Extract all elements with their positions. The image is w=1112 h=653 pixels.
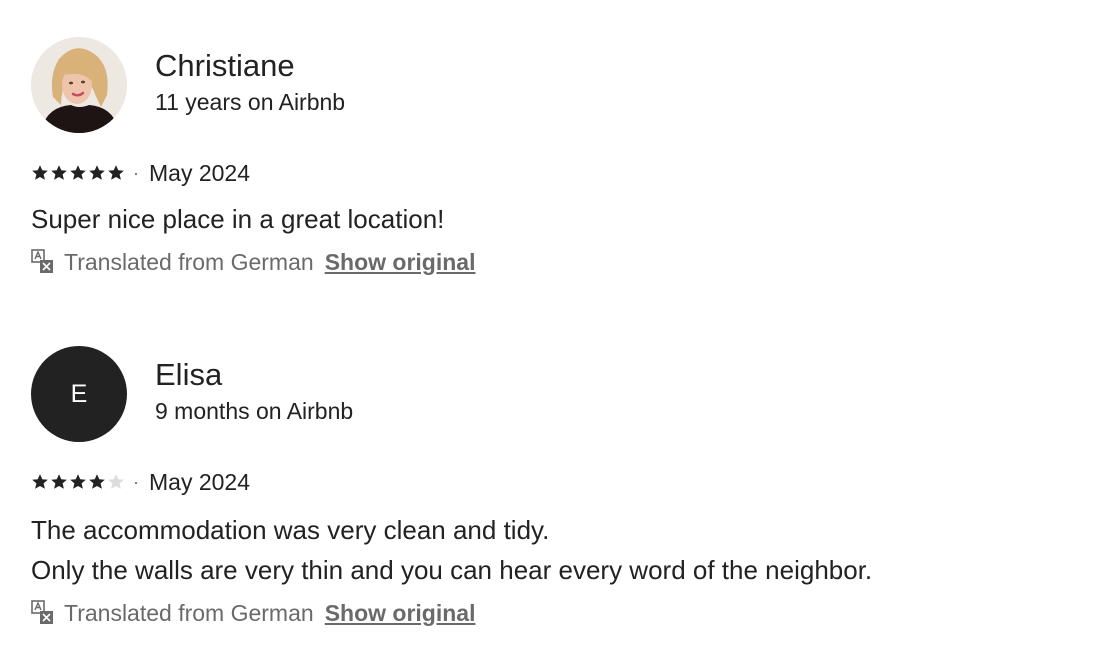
review-card: E Elisa 9 months on Airbnb · May 2024 Th…	[31, 346, 1091, 628]
star-filled-icon	[89, 165, 105, 180]
review-text-line: The accommodation was very clean and tid…	[31, 515, 550, 545]
review-text-line: Only the walls are very thin and you can…	[31, 555, 873, 585]
reviewer-info: Christiane 11 years on Airbnb	[155, 47, 345, 117]
avatar-initial: E	[70, 379, 88, 408]
translate-icon	[31, 249, 53, 273]
review-text: The accommodation was very clean and tid…	[31, 510, 1091, 590]
separator-dot: ·	[133, 162, 139, 183]
star-filled-icon	[51, 474, 67, 489]
reviewer-name[interactable]: Elisa	[155, 356, 353, 394]
review-date: May 2024	[149, 159, 251, 186]
star-filled-icon	[51, 165, 67, 180]
star-filled-icon	[89, 474, 105, 489]
translated-label: Translated from German	[64, 599, 314, 626]
show-original-link[interactable]: Show original	[325, 249, 476, 276]
translate-icon	[31, 600, 53, 624]
reviewer-header: E Elisa 9 months on Airbnb	[31, 346, 1091, 442]
review-text: Super nice place in a great location!	[31, 199, 1091, 239]
reviewer-tenure: 9 months on Airbnb	[155, 398, 354, 424]
avatar[interactable]: E	[31, 346, 127, 442]
star-empty-icon	[108, 474, 124, 489]
star-rating	[31, 164, 125, 182]
translation-row: Translated from German Show original	[31, 247, 1091, 277]
star-filled-icon	[70, 474, 86, 489]
reviews-list: Christiane 11 years on Airbnb · May 2024…	[0, 0, 1112, 653]
review-text-line: Super nice place in a great location!	[31, 204, 445, 234]
star-filled-icon	[108, 165, 124, 180]
translated-label: Translated from German	[64, 248, 314, 275]
reviewer-tenure: 11 years on Airbnb	[155, 89, 346, 115]
star-filled-icon	[32, 165, 48, 180]
star-rating	[31, 473, 125, 491]
rating-row: · May 2024	[31, 468, 1091, 496]
rating-row: · May 2024	[31, 159, 1091, 187]
avatar[interactable]	[31, 37, 127, 133]
separator-dot: ·	[133, 471, 139, 492]
reviewer-name[interactable]: Christiane	[155, 47, 345, 85]
show-original-link[interactable]: Show original	[325, 600, 476, 627]
review-card: Christiane 11 years on Airbnb · May 2024…	[31, 37, 1091, 277]
reviewer-header: Christiane 11 years on Airbnb	[31, 37, 1091, 133]
star-filled-icon	[32, 474, 48, 489]
translation-row: Translated from German Show original	[31, 598, 1091, 628]
star-filled-icon	[70, 165, 86, 180]
avatar-photo-icon	[31, 37, 127, 133]
review-date: May 2024	[149, 468, 251, 495]
reviewer-info: Elisa 9 months on Airbnb	[155, 356, 353, 426]
